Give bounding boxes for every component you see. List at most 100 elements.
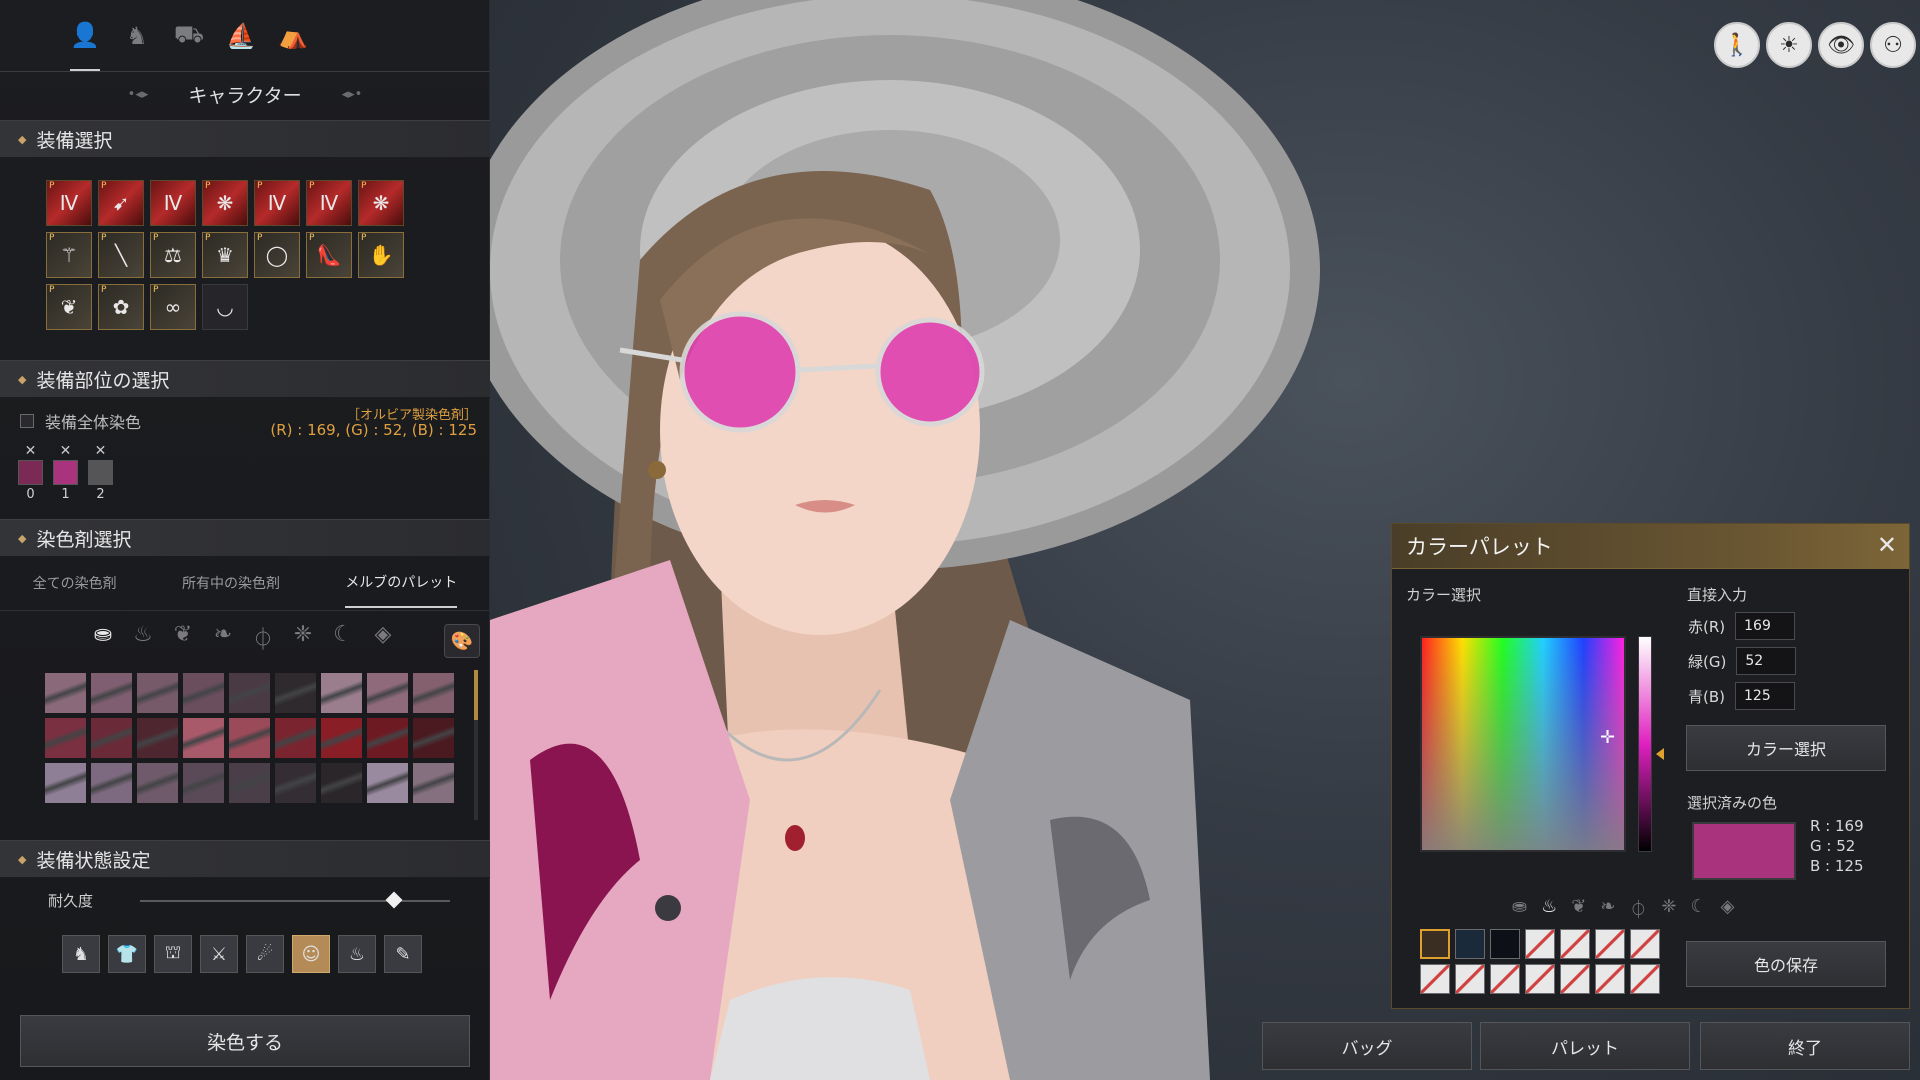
feather-icon[interactable]: ❦ <box>1571 896 1586 922</box>
dye-swatch[interactable] <box>44 717 87 759</box>
empty-color-slot[interactable] <box>1490 964 1520 994</box>
equipment-slot[interactable]: ⚚ P <box>46 232 92 278</box>
dye-swatch[interactable] <box>90 762 133 804</box>
fur-icon[interactable]: ❧ <box>210 622 236 654</box>
equipment-slot[interactable]: ❋ P <box>358 180 404 226</box>
prev-arrow-icon[interactable]: •◂▸ <box>128 87 149 102</box>
gem-icon[interactable]: ◈ <box>370 622 396 654</box>
apply-dye-button[interactable]: 染色する <box>20 1015 470 1067</box>
cloak-button[interactable]: ⛫ <box>154 935 192 973</box>
dye-tab[interactable]: メルブのパレット <box>345 558 458 608</box>
color-palette-header[interactable]: カラーパレット ✕ <box>1392 524 1909 569</box>
section-parts[interactable]: ◆ 装備部位の選択 <box>0 360 490 398</box>
equipment-slot[interactable]: ❦ P <box>46 284 92 330</box>
bag-button[interactable]: バッグ <box>1262 1022 1472 1070</box>
dye-swatch[interactable] <box>136 762 179 804</box>
equipment-slot[interactable]: ◯ P <box>254 232 300 278</box>
dye-swatch[interactable] <box>182 717 225 759</box>
wing-icon[interactable]: ❈ <box>290 622 316 654</box>
brightness-marker[interactable] <box>1656 748 1664 760</box>
dye-swatch[interactable] <box>182 762 225 804</box>
equipment-slot[interactable]: ⅣP <box>306 180 352 226</box>
dye-swatch[interactable] <box>274 762 317 804</box>
dye-scrollbar[interactable] <box>474 670 478 820</box>
empty-color-slot[interactable] <box>1525 964 1555 994</box>
saved-color[interactable] <box>1455 929 1485 959</box>
empty-color-slot[interactable] <box>1630 929 1660 959</box>
section-dye[interactable]: ◆ 染色剤選択 <box>0 519 490 557</box>
dye-swatch[interactable] <box>228 717 271 759</box>
equipment-slot[interactable]: ⅣP <box>46 180 92 226</box>
remove-icon[interactable]: ✕ <box>25 444 37 458</box>
dye-swatch[interactable] <box>228 762 271 804</box>
saved-color[interactable] <box>1420 929 1450 959</box>
underwear-button[interactable]: ♨ <box>338 935 376 973</box>
color-select-button[interactable]: カラー選択 <box>1686 725 1886 771</box>
part-color[interactable] <box>53 460 78 485</box>
durability-slider[interactable] <box>140 900 450 902</box>
durability-knob[interactable] <box>385 891 403 909</box>
section-state[interactable]: ◆ 装備状態設定 <box>0 840 490 878</box>
equipment-slot[interactable]: ╲ P <box>98 232 144 278</box>
remove-icon[interactable]: ✕ <box>60 444 72 458</box>
fur-icon[interactable]: ❧ <box>1600 896 1615 922</box>
empty-color-slot[interactable] <box>1420 964 1450 994</box>
cloth-icon[interactable]: ⛂ <box>1512 896 1527 922</box>
eye-icon[interactable]: 👁 <box>1818 22 1864 68</box>
next-arrow-icon[interactable]: ◂▸• <box>342 87 363 102</box>
dye-swatch[interactable] <box>366 717 409 759</box>
color-spectrum[interactable] <box>1420 636 1626 852</box>
dye-swatch[interactable] <box>412 762 455 804</box>
part-swatch[interactable]: ✕ 1 <box>53 444 78 509</box>
weapon-pose-button[interactable]: ⚔ <box>200 935 238 973</box>
dye-swatch[interactable] <box>412 717 455 759</box>
leather-icon[interactable]: ♨ <box>1541 896 1557 922</box>
equipment-slot[interactable]: ∞ P <box>150 284 196 330</box>
equipment-slot[interactable]: ⅣP <box>254 180 300 226</box>
dye-swatch[interactable] <box>274 717 317 759</box>
empty-color-slot[interactable] <box>1630 964 1660 994</box>
remove-icon[interactable]: ✕ <box>95 444 107 458</box>
part-swatch[interactable]: ✕ 2 <box>88 444 113 509</box>
equipment-slot[interactable]: ➹ P <box>98 180 144 226</box>
dye-tab[interactable]: 全ての染色剤 <box>33 573 117 593</box>
empty-color-slot[interactable] <box>1560 964 1590 994</box>
dye-swatch[interactable] <box>366 672 409 714</box>
blue-input[interactable] <box>1735 682 1795 710</box>
saved-color[interactable] <box>1490 929 1520 959</box>
tab-boat[interactable]: ⛵ <box>226 16 256 56</box>
empty-color-slot[interactable] <box>1560 929 1590 959</box>
dye-swatch[interactable] <box>136 717 179 759</box>
dye-swatch[interactable] <box>136 672 179 714</box>
face-button[interactable]: ☺ <box>292 935 330 973</box>
dye-swatch[interactable] <box>44 762 87 804</box>
dye-swatch[interactable] <box>320 762 363 804</box>
red-input[interactable] <box>1735 612 1796 640</box>
dye-swatch[interactable] <box>228 672 271 714</box>
tab-horse[interactable]: ♞ <box>122 16 152 56</box>
dye-swatch[interactable] <box>90 717 133 759</box>
gem-icon[interactable]: ◈ <box>1721 896 1735 922</box>
tab-wagon[interactable]: ⛟ <box>174 16 204 56</box>
armor-button[interactable]: 👕 <box>108 935 146 973</box>
tab-tent[interactable]: ⛺ <box>278 16 308 56</box>
dye-all-checkbox[interactable] <box>20 414 34 428</box>
brush-button[interactable]: ✎ <box>384 935 422 973</box>
dye-swatch[interactable] <box>274 672 317 714</box>
equipment-slot[interactable]: ✿ P <box>98 284 144 330</box>
brightness-slider[interactable] <box>1638 636 1652 852</box>
empty-color-slot[interactable] <box>1595 964 1625 994</box>
tab-person[interactable]: 👤 <box>70 1 100 71</box>
dye-swatch[interactable] <box>182 672 225 714</box>
camera-icon[interactable]: ⚇ <box>1870 22 1916 68</box>
wing-icon[interactable]: ❈ <box>1661 896 1676 922</box>
equipment-slot[interactable]: ⚖ P <box>150 232 196 278</box>
palette-button[interactable]: 🎨 <box>444 624 480 658</box>
palette-toggle-button[interactable]: パレット <box>1480 1022 1690 1070</box>
exit-button[interactable]: 終了 <box>1700 1022 1910 1070</box>
empty-color-slot[interactable] <box>1595 929 1625 959</box>
equipment-slot[interactable]: ❋ P <box>202 180 248 226</box>
dye-swatch[interactable] <box>412 672 455 714</box>
part-color[interactable] <box>18 460 43 485</box>
crosshair-icon[interactable]: ✛ <box>1600 729 1615 747</box>
